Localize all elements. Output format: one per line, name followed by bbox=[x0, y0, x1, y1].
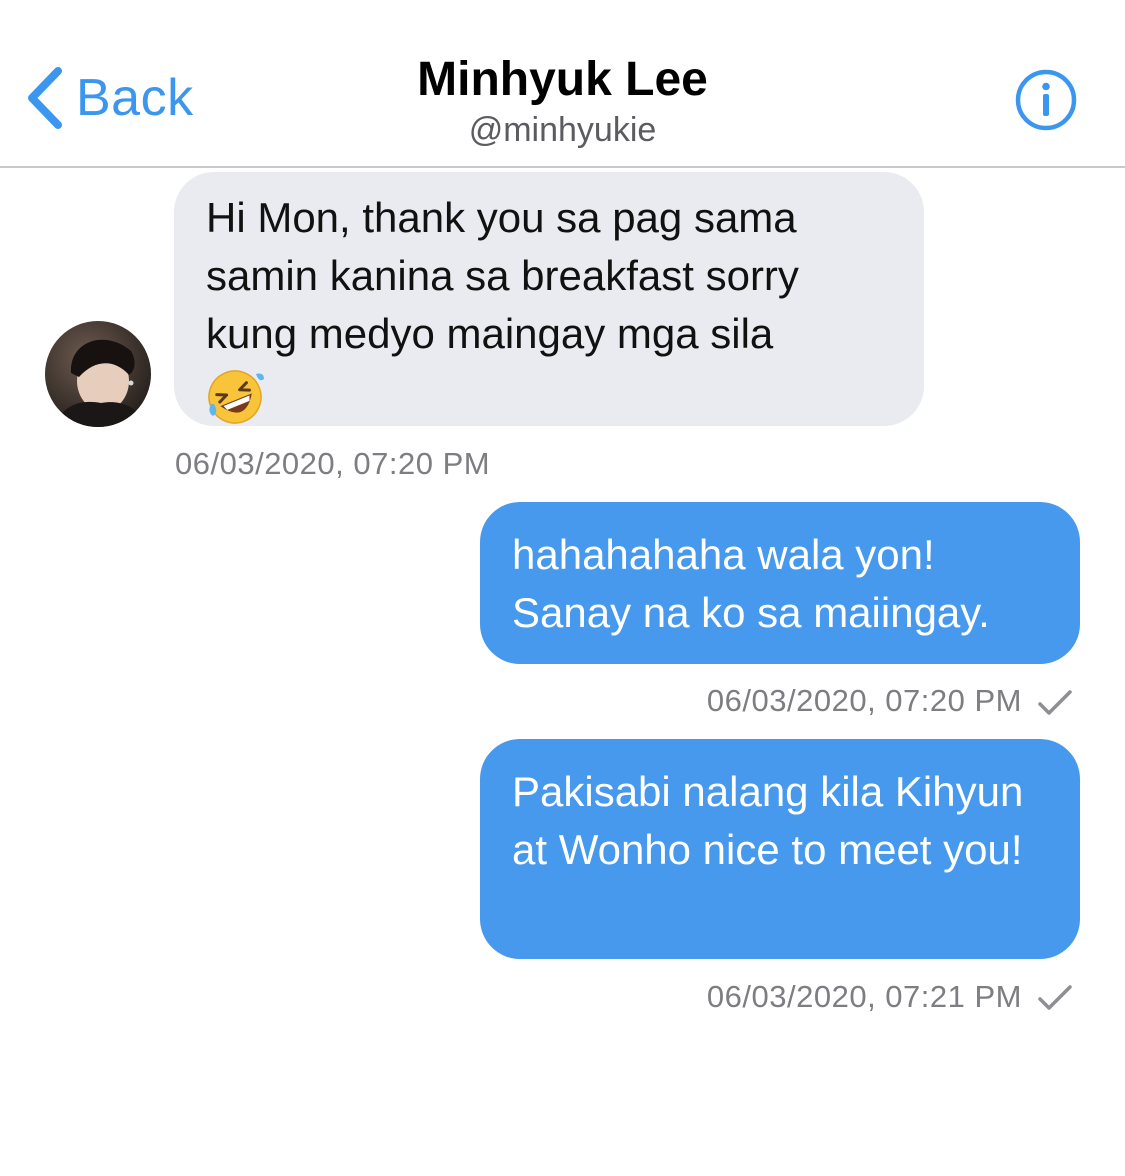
message-bubble-incoming[interactable]: Hi Mon, thank you sa pag sama samin kani… bbox=[174, 172, 924, 426]
contact-handle: @minhyukie bbox=[468, 111, 657, 149]
message-timestamp: 06/03/2020, 07:20 PM bbox=[706, 683, 1022, 718]
message-timestamp: 06/03/2020, 07:21 PM bbox=[706, 979, 1022, 1014]
contact-name: Minhyuk Lee bbox=[417, 53, 708, 106]
message-text: Pakisabi nalang kila Kihyun at Wonho nic… bbox=[512, 768, 1024, 873]
check-icon bbox=[1038, 985, 1072, 1010]
message-text: hahahahaha wala yon! Sanay na ko sa maii… bbox=[512, 531, 990, 636]
message-bubble-outgoing[interactable]: Pakisabi nalang kila Kihyun at Wonho nic… bbox=[480, 739, 1080, 959]
message-bubble-outgoing[interactable]: hahahahaha wala yon! Sanay na ko sa maii… bbox=[480, 502, 1080, 664]
info-icon[interactable] bbox=[1014, 68, 1078, 132]
laughing-emoji-icon bbox=[208, 370, 264, 424]
message-timestamp: 06/03/2020, 07:20 PM bbox=[175, 446, 491, 481]
conversation-header: Back Minhyuk Lee @minhyukie bbox=[0, 0, 1125, 168]
check-icon bbox=[1038, 690, 1072, 715]
avatar[interactable] bbox=[45, 321, 151, 427]
message-text: Hi Mon, thank you sa pag sama samin kani… bbox=[206, 194, 799, 357]
